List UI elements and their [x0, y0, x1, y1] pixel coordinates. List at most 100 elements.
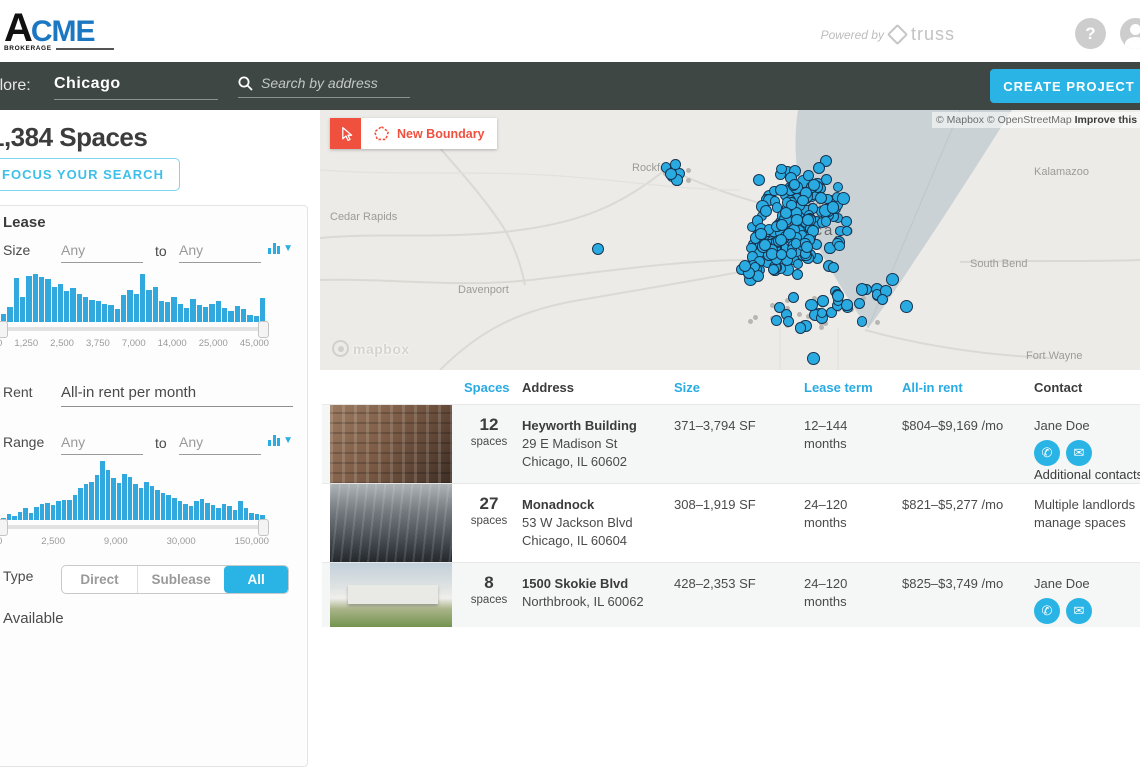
lease-term-cell: 24–120 months: [804, 496, 894, 532]
rent-range-slider[interactable]: [1, 525, 265, 529]
listing-marker[interactable]: [760, 205, 772, 217]
listing-marker[interactable]: [821, 216, 831, 226]
map-canvas[interactable]: DubuqueCedar RapidsDavenportRockfordtonK…: [320, 110, 1140, 370]
range-max-input[interactable]: Any: [179, 434, 261, 455]
type-option-direct[interactable]: Direct: [62, 566, 138, 593]
focus-your-search-button[interactable]: FOCUS YOUR SEARCH: [0, 158, 180, 191]
size-max-input[interactable]: Any: [179, 242, 261, 263]
table-row-monadnock[interactable]: 27 spaces Monadnock 53 W Jackson Blvd Ch…: [322, 483, 1140, 563]
email-icon[interactable]: ✉: [1066, 440, 1092, 466]
phone-icon[interactable]: ✆: [1034, 440, 1060, 466]
slider-handle-max[interactable]: [258, 519, 269, 536]
rent-label: Rent: [3, 384, 33, 400]
explore-label: Explore:: [0, 77, 31, 95]
email-icon[interactable]: ✉: [1066, 598, 1092, 624]
listing-marker[interactable]: [788, 292, 799, 303]
logo-letters-cme: CME: [31, 15, 95, 48]
column-header-size[interactable]: Size: [674, 380, 700, 395]
cursor-arrow-icon: [338, 126, 354, 142]
new-boundary-label: New Boundary: [397, 127, 485, 141]
listing-marker[interactable]: [808, 179, 820, 191]
column-header-lease-term[interactable]: Lease term: [804, 380, 873, 395]
table-row-skokie[interactable]: 8 spaces 1500 Skokie Blvd Northbrook, IL…: [322, 562, 1140, 627]
mapbox-logo[interactable]: mapbox: [332, 340, 410, 357]
size-filter-row: Size Any to Any ▼: [3, 242, 293, 264]
create-project-button[interactable]: CREATE PROJECT: [990, 69, 1140, 103]
search-placeholder: Search by address: [261, 75, 378, 91]
listing-photo[interactable]: [330, 484, 452, 563]
top-header: ACME BROKERAGE Powered by truss ?: [0, 0, 1140, 62]
size-min-input[interactable]: Any: [61, 242, 143, 263]
rent-cell: $825–$3,749 /mo: [902, 575, 1027, 593]
listing-marker[interactable]: [856, 283, 869, 296]
spaces-cell: 12 spaces: [460, 417, 518, 451]
listing-marker[interactable]: [776, 164, 786, 174]
boundary-tools: New Boundary: [330, 118, 497, 149]
slider-handle-min[interactable]: [0, 321, 8, 338]
size-range-slider[interactable]: [1, 327, 265, 331]
spaces-cell: 8 spaces: [460, 575, 518, 609]
listing-marker[interactable]: [837, 192, 850, 205]
listing-marker[interactable]: [795, 322, 806, 333]
listing-marker[interactable]: [791, 238, 802, 249]
listing-photo[interactable]: [330, 563, 452, 627]
listing-marker[interactable]: [753, 174, 765, 186]
table-row-heyworth[interactable]: 12 spaces Heyworth Building 29 E Madison…: [322, 404, 1140, 484]
help-button[interactable]: ?: [1075, 18, 1106, 49]
slider-handle-min[interactable]: [0, 519, 8, 536]
improve-map-link[interactable]: Improve this map: [1075, 114, 1140, 126]
listing-marker[interactable]: [817, 295, 828, 306]
building-name[interactable]: Heyworth Building: [522, 417, 667, 435]
table-header-row: Spaces Address Size Lease term All-in re…: [322, 370, 1140, 404]
question-icon: ?: [1085, 24, 1095, 44]
rent-type-select[interactable]: All-in rent per month: [61, 384, 293, 407]
rent-histogram[interactable]: [1, 458, 265, 520]
listing-marker[interactable]: [886, 273, 899, 286]
range-filter-row: Range Any to Any ▼: [3, 434, 293, 456]
phone-icon[interactable]: ✆: [1034, 598, 1060, 624]
listing-marker[interactable]: [792, 269, 803, 280]
column-header-spaces[interactable]: Spaces: [464, 380, 510, 395]
powered-by-truss: Powered by truss: [821, 24, 955, 45]
listing-marker[interactable]: [815, 192, 827, 204]
rent-cell: $821–$5,277 /mo: [902, 496, 1027, 514]
city-input[interactable]: Chicago: [54, 75, 218, 100]
listing-marker[interactable]: [813, 162, 825, 174]
size-histogram-toggle[interactable]: ▼: [268, 243, 293, 254]
listing-marker[interactable]: [832, 290, 844, 302]
additional-contacts-link[interactable]: Additional contacts: [1034, 467, 1140, 482]
new-boundary-button[interactable]: New Boundary: [361, 118, 497, 149]
listing-marker[interactable]: [802, 214, 814, 226]
listing-marker[interactable]: [776, 249, 787, 260]
listing-marker[interactable]: [789, 179, 800, 190]
bar-chart-icon: [268, 435, 280, 446]
listing-marker[interactable]: [755, 228, 766, 239]
slider-handle-max[interactable]: [258, 321, 269, 338]
account-button[interactable]: [1120, 18, 1140, 49]
listing-marker[interactable]: [807, 352, 820, 365]
map-label: Davenport: [458, 284, 509, 296]
listing-marker[interactable]: [783, 316, 794, 327]
chevron-down-icon: ▼: [283, 243, 293, 254]
building-name[interactable]: Monadnock: [522, 496, 667, 514]
contact-name: Jane Doe: [1034, 417, 1140, 435]
column-header-all-in-rent[interactable]: All-in rent: [902, 380, 963, 395]
select-cursor-tool[interactable]: [330, 118, 361, 149]
address-search-input[interactable]: Search by address: [238, 75, 410, 98]
size-histogram[interactable]: [1, 266, 265, 322]
listing-marker[interactable]: [900, 300, 913, 313]
range-histogram-toggle[interactable]: ▼: [268, 435, 293, 446]
building-name[interactable]: 1500 Skokie Blvd: [522, 575, 667, 593]
type-option-all-selected[interactable]: All: [224, 566, 288, 593]
listing-photo[interactable]: [330, 405, 452, 484]
listing-marker[interactable]: [854, 298, 866, 310]
listing-marker[interactable]: [805, 299, 818, 312]
listing-marker[interactable]: [776, 219, 788, 231]
listing-marker[interactable]: [775, 184, 787, 196]
listing-marker[interactable]: [797, 195, 809, 207]
range-min-input[interactable]: Any: [61, 434, 143, 455]
listing-marker[interactable]: [834, 241, 844, 251]
type-option-sublease[interactable]: Sublease: [138, 566, 224, 593]
listing-marker[interactable]: [670, 159, 681, 170]
acme-logo[interactable]: ACME BROKERAGE: [4, 8, 114, 53]
